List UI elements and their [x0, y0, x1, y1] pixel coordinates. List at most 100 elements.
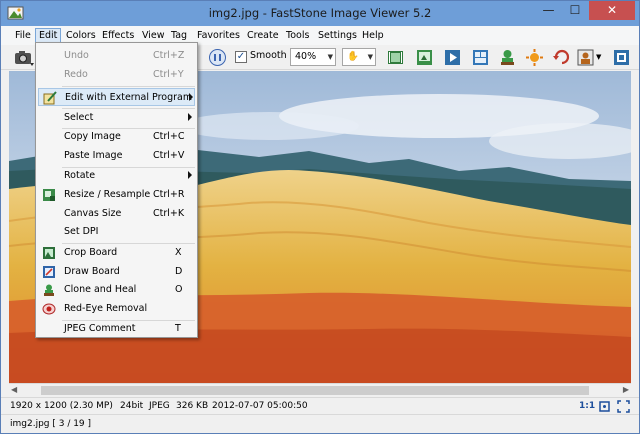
submenu-arrow-icon [189, 93, 193, 101]
menu-favorites[interactable]: Favorites [194, 28, 243, 43]
external-program-icon [43, 91, 57, 105]
crop-board-icon [43, 247, 55, 259]
scroll-right-icon[interactable]: ▶ [623, 385, 629, 394]
status-bar: 1920 x 1200 (2.30 MP) 24bit JPEG 326 KB … [1, 397, 639, 414]
smooth-label: Smooth [250, 50, 287, 61]
menu-item-label: Red-Eye Removal [64, 303, 148, 314]
effects-sun-icon[interactable] [525, 48, 544, 67]
menu-item-copy-image[interactable]: Copy Image Ctrl+C [38, 128, 195, 146]
rotate-icon[interactable] [552, 48, 571, 67]
menu-item-shortcut: X [175, 247, 182, 258]
app-window: img2.jpg - FastStone Image Viewer 5.2 — … [0, 0, 640, 434]
menu-item-label: Select [64, 112, 94, 123]
menu-item-label: Rotate [64, 170, 96, 181]
menu-item-crop-board[interactable]: Crop Board X [38, 244, 195, 262]
scale-ratio[interactable]: 1:1 [579, 401, 595, 411]
zoom-value: 40% [295, 51, 317, 62]
menu-item-label: Edit with External Program [65, 92, 193, 103]
menu-item-resize[interactable]: Resize / Resample Ctrl+R [38, 186, 195, 204]
resize-icon [43, 189, 55, 201]
menu-item-edit-external[interactable]: Edit with External Program [38, 88, 195, 106]
menu-colors[interactable]: Colors [63, 28, 99, 43]
menu-separator [62, 86, 195, 87]
pan-tool-select[interactable]: ✋ ▼ [342, 48, 376, 66]
menu-tools[interactable]: Tools [283, 28, 312, 43]
horizontal-scrollbar[interactable]: ◀ ▶ [9, 383, 631, 396]
menu-item-shortcut: O [175, 284, 183, 295]
slideshow-icon[interactable] [443, 48, 462, 67]
menu-view[interactable]: View [139, 28, 168, 43]
menu-item-shortcut: Ctrl+Z [153, 50, 185, 61]
menu-item-redo[interactable]: Redo Ctrl+Y [38, 66, 195, 84]
zoom-select[interactable]: 40% ▼ [290, 48, 336, 66]
menu-item-shortcut: Ctrl+K [153, 208, 185, 219]
chevron-down-icon[interactable]: ▼ [596, 53, 601, 61]
menu-item-label: Undo [64, 50, 89, 61]
menu-item-undo[interactable]: Undo Ctrl+Z [38, 47, 195, 65]
menu-item-label: Draw Board [64, 266, 120, 277]
menu-item-shortcut: Ctrl+V [153, 150, 185, 161]
file-size: 326 KB [176, 401, 209, 411]
menu-create[interactable]: Create [244, 28, 282, 43]
menu-item-label: JPEG Comment [64, 323, 136, 334]
menu-item-select[interactable]: Select [38, 109, 195, 127]
menu-item-paste-image[interactable]: Paste Image Ctrl+V [38, 147, 195, 165]
menu-item-red-eye[interactable]: Red-Eye Removal [38, 300, 195, 318]
fullscreen-icon[interactable] [612, 48, 631, 67]
menu-item-jpeg-comment[interactable]: JPEG Comment T [38, 320, 195, 338]
minimize-button[interactable]: — [535, 1, 562, 20]
file-datetime: 2012-07-07 05:00:50 [212, 401, 308, 411]
fit-window-icon[interactable] [598, 400, 611, 413]
compare-icon[interactable] [415, 48, 434, 67]
clone-heal-icon [44, 284, 54, 296]
menu-tag[interactable]: Tag [168, 28, 190, 43]
draw-board-icon [43, 266, 55, 278]
menu-item-label: Set DPI [64, 226, 99, 237]
menu-item-label: Canvas Size [64, 208, 122, 219]
menu-item-shortcut: Ctrl+R [153, 189, 185, 200]
close-button[interactable]: ✕ [589, 1, 635, 20]
menu-edit[interactable]: Edit [35, 28, 62, 43]
menu-item-shortcut: Ctrl+Y [153, 69, 184, 80]
image-format: JPEG [149, 401, 170, 411]
scroll-left-icon[interactable]: ◀ [11, 385, 17, 394]
title-bar[interactable]: img2.jpg - FastStone Image Viewer 5.2 — … [1, 1, 639, 26]
contact-sheet-icon[interactable] [471, 48, 490, 67]
background-icon[interactable] [576, 48, 595, 67]
menu-item-set-dpi[interactable]: Set DPI [38, 223, 195, 241]
camera-icon[interactable] [13, 48, 35, 67]
file-status-bar: img2.jpg [ 3 / 19 ] [1, 414, 639, 433]
clone-stamp-icon[interactable] [498, 48, 517, 67]
menu-item-shortcut: Ctrl+C [153, 131, 185, 142]
submenu-arrow-icon [188, 171, 192, 179]
scrollbar-thumb[interactable] [41, 386, 589, 395]
menu-item-clone-heal[interactable]: Clone and Heal O [38, 281, 195, 299]
menu-item-rotate[interactable]: Rotate [38, 167, 195, 185]
menu-item-label: Clone and Heal [64, 284, 137, 295]
menu-item-label: Crop Board [64, 247, 118, 258]
menu-settings[interactable]: Settings [315, 28, 360, 43]
filmstrip-icon[interactable] [386, 48, 405, 67]
smooth-checkbox[interactable]: ✓ [235, 51, 247, 63]
fullscreen-toggle-icon[interactable] [617, 400, 630, 413]
menu-help[interactable]: Help [359, 28, 387, 43]
menu-item-label: Redo [64, 69, 88, 80]
menu-item-shortcut: D [175, 266, 183, 277]
menu-file[interactable]: File [12, 28, 34, 43]
actual-size-icon[interactable] [208, 48, 227, 67]
bit-depth: 24bit [120, 401, 144, 411]
menu-item-label: Resize / Resample [64, 189, 151, 200]
maximize-button[interactable]: ☐ [562, 1, 588, 20]
chevron-down-icon: ▼ [367, 53, 373, 61]
edit-menu-dropdown: Undo Ctrl+Z Redo Ctrl+Y Edit with Extern… [35, 42, 198, 338]
menu-effects[interactable]: Effects [99, 28, 137, 43]
image-dimensions: 1920 x 1200 (2.30 MP) [10, 401, 113, 411]
red-eye-icon [42, 303, 56, 315]
submenu-arrow-icon [188, 113, 192, 121]
menu-item-label: Copy Image [64, 131, 121, 142]
menu-item-draw-board[interactable]: Draw Board D [38, 263, 195, 281]
menu-item-shortcut: T [175, 323, 181, 334]
chevron-down-icon: ▼ [327, 53, 333, 61]
menu-item-canvas-size[interactable]: Canvas Size Ctrl+K [38, 205, 195, 223]
menu-item-label: Paste Image [64, 150, 123, 161]
